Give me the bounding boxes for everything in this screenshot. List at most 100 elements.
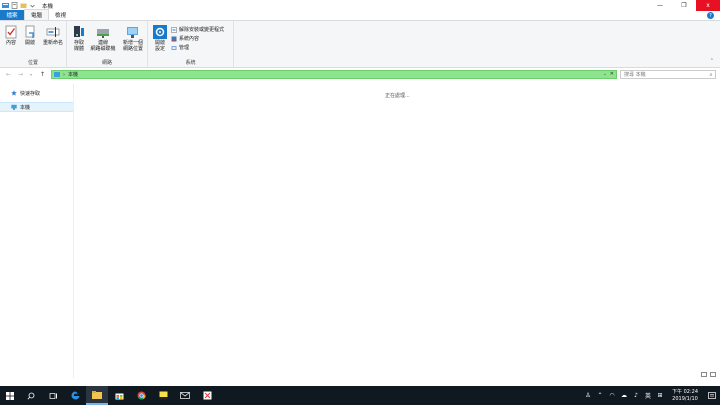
window-controls: — ❐ x <box>648 0 720 11</box>
minimize-button[interactable]: — <box>648 0 672 11</box>
properties-label: 內容 <box>5 40 16 46</box>
taskbar: ♙ ⌃ ◠ ☁ ♪ 英 ⊞ 下午 02:24 2019/1/10 <box>0 386 720 405</box>
uninstall-program-button[interactable]: 解除安裝或變更程式 <box>171 26 224 33</box>
group-label-location: 位置 <box>27 60 38 66</box>
properties-icon <box>5 25 17 39</box>
chrome-taskbar-button[interactable] <box>130 386 152 405</box>
system-properties-label: 系統內容 <box>179 36 200 42</box>
snipping-tool-icon <box>203 391 211 400</box>
computer-icon <box>11 104 17 110</box>
nav-item-this-pc[interactable]: 本機 <box>0 102 73 112</box>
input-language-indicator[interactable]: 英 <box>642 386 654 405</box>
nav-label-this-pc: 本機 <box>20 104 31 111</box>
network-wifi-icon[interactable]: ◠ <box>606 386 618 405</box>
file-explorer-taskbar-button[interactable] <box>86 386 108 405</box>
address-path[interactable]: 本機 <box>68 71 78 78</box>
access-media-label-2: 媒體 <box>73 46 84 52</box>
search-taskbar-button[interactable] <box>20 386 42 405</box>
mail-envelope-icon <box>180 392 190 399</box>
system-properties-icon <box>171 36 177 41</box>
tab-computer[interactable]: 電腦 <box>24 9 50 20</box>
taskbar-clock[interactable]: 下午 02:24 2019/1/10 <box>666 389 704 403</box>
open-settings-label-2: 設定 <box>154 46 165 52</box>
ribbon-group-location: 內容 開啟 重新命名 位置 <box>0 21 67 68</box>
search-icon[interactable]: ⌕ <box>707 72 715 78</box>
store-bag-icon <box>115 393 123 400</box>
rename-label: 重新命名 <box>42 40 63 46</box>
tab-view[interactable]: 檢視 <box>49 10 72 20</box>
task-view-button[interactable] <box>42 386 64 405</box>
uninstall-icon <box>171 26 177 33</box>
rename-button[interactable]: 重新命名 <box>40 25 66 46</box>
address-clear-icon[interactable]: ✕ <box>610 71 614 77</box>
content-area[interactable]: 正在處理... <box>75 84 720 378</box>
mail-taskbar-button[interactable] <box>174 386 196 405</box>
access-media-button[interactable]: 存取 媒體 <box>69 25 89 52</box>
new-folder-quick-icon[interactable] <box>20 2 27 9</box>
loading-status: 正在處理... <box>385 93 410 99</box>
clock-time: 下午 02:24 <box>672 388 698 395</box>
edge-taskbar-button[interactable] <box>64 386 86 405</box>
collapse-ribbon-icon[interactable]: ⌃ <box>710 58 714 64</box>
properties-button[interactable]: 內容 <box>3 25 19 46</box>
person-icon[interactable]: ♙ <box>582 386 594 405</box>
chrome-icon <box>137 391 146 400</box>
navigation-bar: ← → ▾ ↑ › 本機 ⌄ ✕ 搜尋 本機 ⌕ <box>0 68 720 82</box>
task-view-icon <box>49 392 57 399</box>
navigation-pane: 快速存取 本機 <box>0 84 74 378</box>
open-button[interactable]: 開啟 <box>22 25 38 46</box>
nav-label-quick-access: 快速存取 <box>20 90 41 97</box>
edge-icon <box>71 391 79 400</box>
manage-icon <box>171 45 177 50</box>
address-dropdown-icon[interactable]: ⌄ <box>603 71 607 77</box>
address-separator[interactable]: › <box>63 72 65 78</box>
start-button[interactable] <box>0 386 20 405</box>
help-icon[interactable]: ? <box>707 12 714 19</box>
close-button[interactable]: x <box>696 0 720 11</box>
uninstall-label: 解除安裝或變更程式 <box>179 27 225 33</box>
back-arrow-icon[interactable]: ← <box>6 71 11 78</box>
volume-speaker-icon[interactable]: ♪ <box>630 386 642 405</box>
search-input[interactable]: 搜尋 本機 <box>624 71 707 78</box>
manage-button[interactable]: 管理 <box>171 44 189 51</box>
details-view-icon[interactable] <box>701 372 707 377</box>
windows-logo-icon <box>6 391 14 400</box>
rename-icon <box>46 27 60 37</box>
open-label: 開啟 <box>24 40 35 46</box>
this-pc-icon <box>54 72 60 77</box>
clock-date: 2019/1/10 <box>672 395 698 402</box>
ribbon-group-network: 存取 媒體 連線 網路磁碟機 新增一個 網路位置 網路 <box>67 21 148 68</box>
open-icon <box>25 25 35 38</box>
up-arrow-icon[interactable]: ↑ <box>40 71 45 78</box>
search-box[interactable]: 搜尋 本機 ⌕ <box>620 70 716 79</box>
sticky-note-icon <box>159 391 167 400</box>
onedrive-cloud-icon[interactable]: ☁ <box>618 386 630 405</box>
maximize-button[interactable]: ❐ <box>672 0 696 11</box>
snipping-tool-taskbar-button[interactable] <box>196 386 218 405</box>
system-properties-button[interactable]: 系統內容 <box>171 35 199 42</box>
view-toggle <box>701 372 716 377</box>
nav-item-quick-access[interactable]: 快速存取 <box>0 88 73 98</box>
store-taskbar-button[interactable] <box>108 386 130 405</box>
magnifier-icon <box>27 392 35 399</box>
explorer-app-icon[interactable] <box>2 2 9 9</box>
address-bar[interactable]: › 本機 ⌄ ✕ <box>51 70 617 79</box>
sticky-notes-taskbar-button[interactable] <box>152 386 174 405</box>
map-drive-button[interactable]: 連線 網路磁碟機 <box>87 25 119 52</box>
large-icons-view-icon[interactable] <box>710 372 716 377</box>
properties-quick-icon[interactable] <box>11 2 18 9</box>
network-location-icon <box>127 27 138 38</box>
ime-mode-icon[interactable]: ⊞ <box>654 386 666 405</box>
open-settings-button[interactable]: 開啟 設定 <box>151 25 169 52</box>
action-center-button[interactable] <box>704 386 720 405</box>
tab-file[interactable]: 檔案 <box>0 10 24 20</box>
settings-gear-icon <box>153 25 167 39</box>
recent-locations-chevron-icon[interactable]: ▾ <box>30 72 32 77</box>
folder-icon <box>92 390 102 399</box>
forward-arrow-icon[interactable]: → <box>18 71 23 78</box>
add-network-location-button[interactable]: 新增一個 網路位置 <box>119 25 147 52</box>
quick-access-dropdown-icon[interactable] <box>29 2 36 9</box>
show-hidden-icons-chevron-icon[interactable]: ⌃ <box>594 386 606 405</box>
ribbon-group-system: 開啟 設定 解除安裝或變更程式 系統內容 管理 系統 <box>148 21 234 68</box>
media-server-icon <box>74 26 84 37</box>
